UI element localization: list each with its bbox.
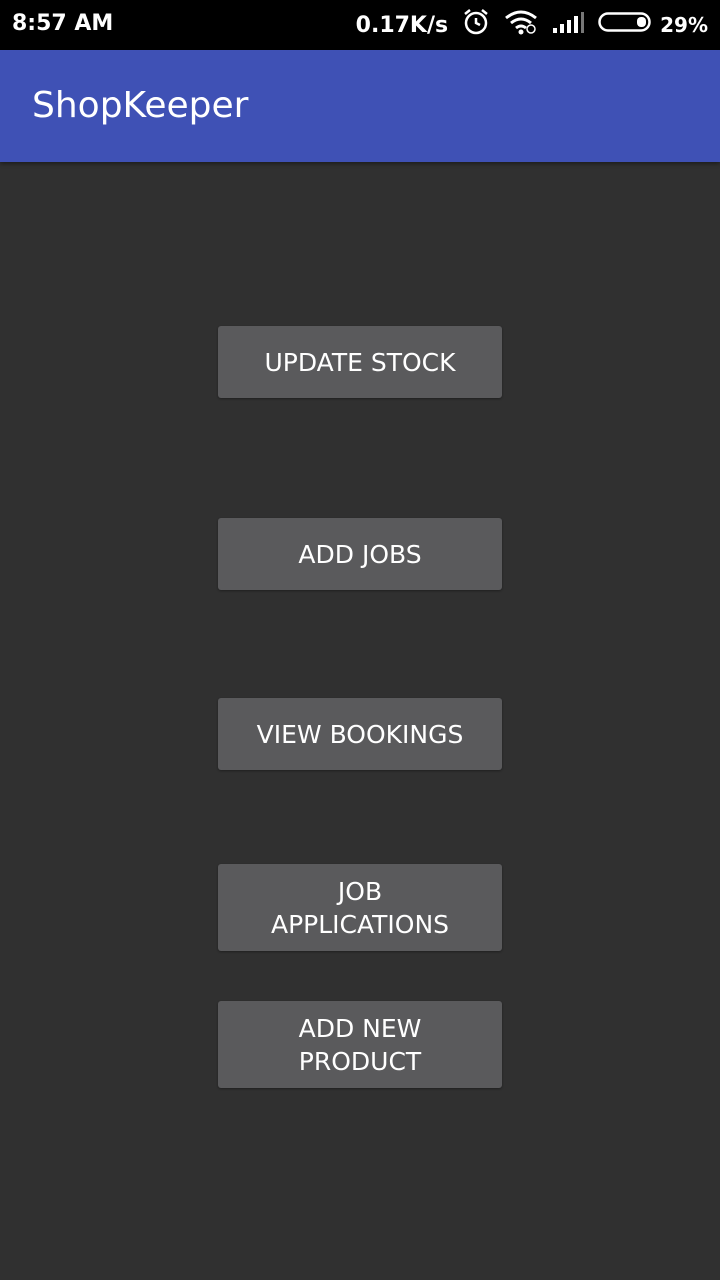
view-bookings-label: VIEW BOOKINGS [256, 719, 464, 749]
app-title: ShopKeeper [32, 85, 249, 126]
status-icons: 0.17K/s 29% [356, 0, 708, 50]
add-new-product-button[interactable]: ADD NEW PRODUCT [218, 1001, 502, 1088]
battery-percentage: 29% [660, 13, 708, 37]
net-speed: 0.17K/s [355, 12, 449, 38]
battery-icon [598, 11, 654, 39]
add-jobs-label: ADD JOBS [298, 539, 422, 569]
job-applications-button[interactable]: JOB APPLICATIONS [218, 864, 502, 951]
job-applications-label: JOB APPLICATIONS [270, 876, 450, 939]
view-bookings-button[interactable]: VIEW BOOKINGS [218, 698, 502, 770]
wifi-icon [504, 9, 538, 41]
status-time: 8:57 AM [12, 11, 114, 36]
add-new-product-label: ADD NEW PRODUCT [298, 1013, 422, 1076]
alarm-icon [462, 8, 490, 42]
add-jobs-button[interactable]: ADD JOBS [218, 518, 502, 590]
status-bar: 8:57 AM 0.17K/s 29% [0, 0, 720, 50]
app-bar: ShopKeeper [0, 50, 720, 162]
update-stock-label: UPDATE STOCK [264, 347, 456, 377]
update-stock-button[interactable]: UPDATE STOCK [218, 326, 502, 398]
signal-icon [552, 10, 585, 40]
